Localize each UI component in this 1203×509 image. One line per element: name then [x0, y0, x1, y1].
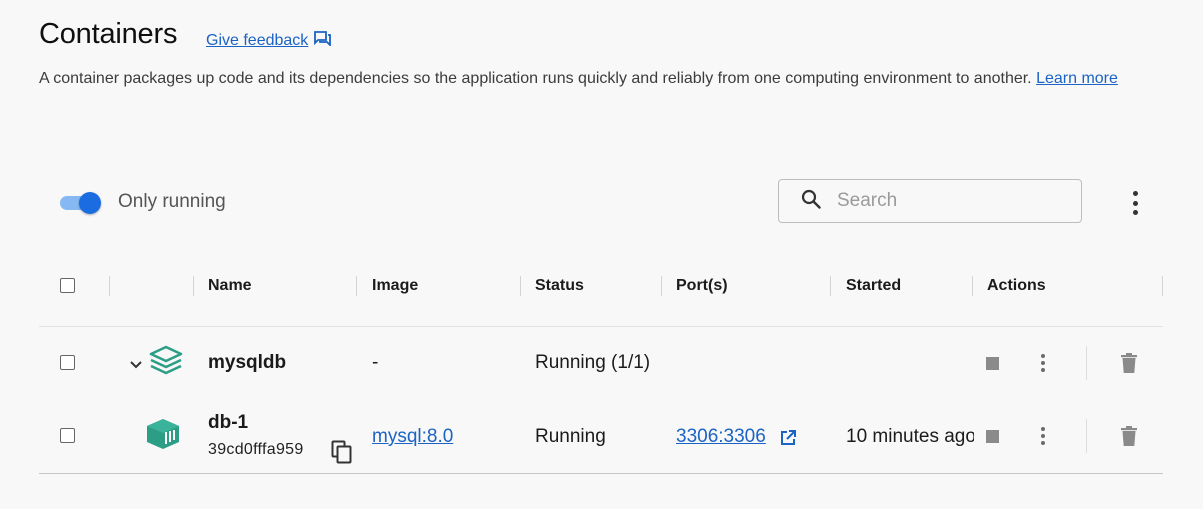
- table-row: mysqldb - Running (1/1): [0, 327, 1203, 399]
- stop-icon[interactable]: [986, 357, 999, 370]
- trash-icon[interactable]: [1120, 353, 1138, 378]
- page-description: A container packages up code and its dep…: [39, 68, 1119, 90]
- toggle-thumb: [79, 192, 101, 214]
- search-input[interactable]: [835, 189, 1069, 213]
- dot: [1041, 441, 1045, 445]
- row-image: -: [372, 352, 379, 373]
- search-box[interactable]: [778, 179, 1082, 223]
- description-text: A container packages up code and its dep…: [39, 70, 1032, 87]
- stack-icon: [147, 344, 185, 381]
- column-header-name[interactable]: Name: [208, 277, 252, 295]
- dot: [1041, 427, 1045, 431]
- give-feedback-label: Give feedback: [206, 32, 309, 49]
- action-divider: [1086, 419, 1087, 453]
- give-feedback-link[interactable]: Give feedback: [206, 31, 332, 51]
- column-divider: [1162, 276, 1163, 296]
- column-header-actions: Actions: [987, 277, 1046, 294]
- action-divider: [1086, 346, 1087, 380]
- table-bottom-divider: [39, 473, 1163, 474]
- more-vert-icon[interactable]: [1124, 190, 1146, 216]
- more-vert-icon[interactable]: [1040, 427, 1046, 445]
- column-divider: [193, 276, 194, 296]
- image-link[interactable]: mysql:8.0: [372, 426, 453, 448]
- row-started: 10 minutes ago: [846, 426, 974, 447]
- only-running-toggle[interactable]: [60, 192, 102, 214]
- trash-icon[interactable]: [1120, 426, 1138, 451]
- page-title: Containers: [39, 18, 178, 50]
- search-icon: [801, 189, 821, 214]
- row-status: Running: [535, 426, 606, 447]
- column-divider: [972, 276, 973, 296]
- external-link-icon[interactable]: [780, 430, 796, 451]
- row-checkbox[interactable]: [60, 428, 75, 443]
- table-row: db-1 39cd0fffa959 mysql:8.0 Running 3306…: [0, 400, 1203, 472]
- column-header-started[interactable]: Started: [846, 277, 901, 295]
- feedback-icon: [314, 31, 332, 51]
- dot: [1041, 354, 1045, 358]
- learn-more-link[interactable]: Learn more: [1036, 70, 1118, 87]
- column-divider: [830, 276, 831, 296]
- dot: [1041, 361, 1045, 365]
- dot: [1132, 191, 1138, 196]
- dot: [1041, 434, 1045, 438]
- row-checkbox[interactable]: [60, 355, 75, 370]
- column-header-ports[interactable]: Port(s): [676, 277, 728, 295]
- container-id: 39cd0fffa959: [208, 441, 304, 458]
- dot: [1132, 210, 1138, 215]
- column-header-status[interactable]: Status: [535, 277, 584, 295]
- more-vert-icon[interactable]: [1040, 354, 1046, 372]
- only-running-label: Only running: [118, 191, 226, 212]
- select-all-checkbox[interactable]: [60, 278, 75, 293]
- column-header-image[interactable]: Image: [372, 277, 418, 295]
- dot: [1132, 200, 1138, 206]
- column-divider: [661, 276, 662, 296]
- row-name[interactable]: db-1: [208, 412, 248, 434]
- stop-icon[interactable]: [986, 430, 999, 443]
- port-link[interactable]: 3306:3306: [676, 426, 766, 448]
- chevron-down-icon[interactable]: [129, 357, 143, 375]
- column-divider: [109, 276, 110, 296]
- row-status: Running (1/1): [535, 352, 651, 373]
- column-divider: [356, 276, 357, 296]
- column-divider: [520, 276, 521, 296]
- row-name[interactable]: mysqldb: [208, 352, 286, 374]
- container-icon: [145, 418, 181, 455]
- copy-icon[interactable]: [331, 440, 353, 469]
- dot: [1041, 368, 1045, 372]
